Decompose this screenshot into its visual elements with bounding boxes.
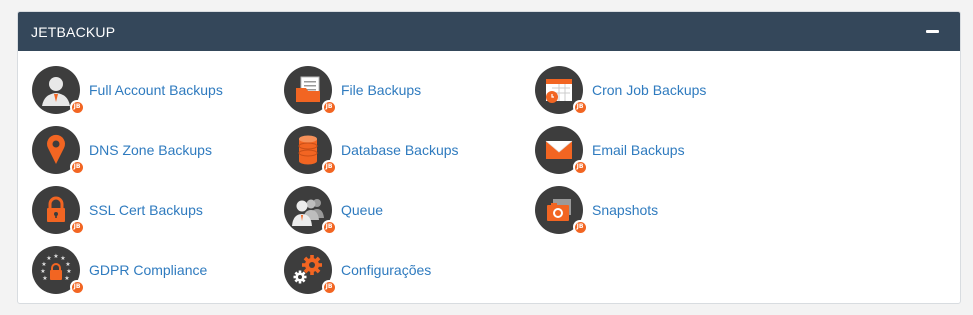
item-label: Cron Job Backups bbox=[592, 82, 707, 98]
padlock-icon: JB bbox=[32, 186, 84, 234]
panel-title: JETBACKUP bbox=[31, 23, 116, 40]
item-label: Snapshots bbox=[592, 202, 659, 218]
item-full-account-backups[interactable]: JB Full Account Backups bbox=[32, 65, 223, 115]
item-ssl-cert-backups[interactable]: JB SSL Cert Backups bbox=[32, 185, 203, 235]
item-label: SSL Cert Backups bbox=[89, 202, 203, 218]
calendar-clock-icon: JB bbox=[535, 66, 587, 114]
user-account-icon: JB bbox=[32, 66, 84, 114]
svg-text:★: ★ bbox=[65, 261, 70, 268]
database-icon: JB bbox=[284, 126, 336, 174]
item-email-backups[interactable]: JB Email Backups bbox=[535, 125, 685, 175]
item-label: Full Account Backups bbox=[89, 82, 223, 98]
svg-text:★: ★ bbox=[46, 255, 51, 262]
panel-header: JETBACKUP bbox=[18, 12, 960, 51]
item-dns-zone-backups[interactable]: JB DNS Zone Backups bbox=[32, 125, 212, 175]
jetbackup-badge-icon: JB bbox=[573, 160, 587, 174]
jetbackup-badge-icon: JB bbox=[573, 220, 587, 234]
jetbackup-badge-icon: JB bbox=[322, 100, 336, 114]
feature-grid: JB Full Account Backups JB File Backups bbox=[18, 51, 960, 303]
eu-stars-lock-icon: ★ ★ ★ ★ ★ ★ ★ ★ ★ JB bbox=[32, 246, 84, 294]
jetbackup-badge-icon: JB bbox=[70, 160, 84, 174]
item-label: GDPR Compliance bbox=[89, 262, 208, 278]
jetbackup-badge-icon: JB bbox=[322, 160, 336, 174]
item-file-backups[interactable]: JB File Backups bbox=[284, 65, 421, 115]
item-gdpr-compliance[interactable]: ★ ★ ★ ★ ★ ★ ★ ★ ★ JB GDPR Compliance bbox=[32, 245, 207, 295]
svg-text:★: ★ bbox=[40, 268, 45, 275]
item-label: File Backups bbox=[341, 82, 422, 98]
files-icon: JB bbox=[284, 66, 336, 114]
item-label: Email Backups bbox=[592, 142, 685, 158]
item-configuracoes[interactable]: JB Configurações bbox=[284, 245, 431, 295]
svg-text:★: ★ bbox=[66, 268, 71, 275]
item-label: Queue bbox=[341, 202, 384, 218]
users-queue-icon: JB bbox=[284, 186, 336, 234]
collapse-button[interactable] bbox=[924, 24, 940, 40]
item-snapshots[interactable]: JB Snapshots bbox=[535, 185, 658, 235]
svg-text:★: ★ bbox=[53, 253, 58, 260]
jetbackup-badge-icon: JB bbox=[573, 100, 587, 114]
jetbackup-badge-icon: JB bbox=[70, 220, 84, 234]
jetbackup-badge-icon: JB bbox=[70, 280, 84, 294]
jetbackup-badge-icon: JB bbox=[70, 100, 84, 114]
minus-icon bbox=[925, 30, 939, 33]
svg-text:★: ★ bbox=[64, 275, 69, 282]
item-cron-job-backups[interactable]: JB Cron Job Backups bbox=[535, 65, 706, 115]
item-label: Database Backups bbox=[341, 142, 459, 158]
jetbackup-badge-icon: JB bbox=[322, 280, 336, 294]
map-pin-icon: JB bbox=[32, 126, 84, 174]
item-label: Configurações bbox=[341, 262, 432, 278]
svg-text:★: ★ bbox=[41, 261, 46, 268]
svg-text:★: ★ bbox=[42, 275, 47, 282]
gears-icon: JB bbox=[284, 246, 336, 294]
item-queue[interactable]: JB Queue bbox=[284, 185, 383, 235]
item-database-backups[interactable]: JB Database Backups bbox=[284, 125, 459, 175]
item-label: DNS Zone Backups bbox=[89, 142, 212, 158]
camera-icon: JB bbox=[535, 186, 587, 234]
jetbackup-badge-icon: JB bbox=[322, 220, 336, 234]
jetbackup-panel: JETBACKUP JB Full Account Backups JB Fil… bbox=[17, 11, 961, 304]
envelope-icon: JB bbox=[535, 126, 587, 174]
